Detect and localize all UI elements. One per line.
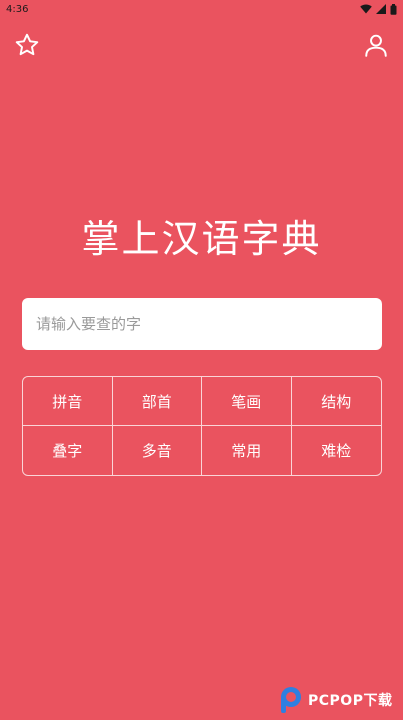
status-icons bbox=[360, 3, 397, 15]
user-icon bbox=[365, 34, 387, 57]
top-bar bbox=[0, 28, 403, 64]
category-stroke[interactable]: 笔画 bbox=[202, 377, 292, 426]
watermark-text: PCPOP下载 bbox=[308, 693, 393, 709]
category-polyphonic[interactable]: 多音 bbox=[113, 426, 202, 475]
category-structure[interactable]: 结构 bbox=[291, 377, 381, 426]
watermark: PCPOP下载 bbox=[278, 684, 392, 716]
category-radical[interactable]: 部首 bbox=[112, 377, 202, 426]
user-button[interactable] bbox=[361, 30, 391, 60]
category-difficult[interactable]: 难检 bbox=[292, 426, 382, 475]
signal-icon bbox=[376, 4, 386, 14]
app-title: 掌上汉语字典 bbox=[81, 217, 322, 261]
watermark-logo-icon bbox=[278, 685, 304, 715]
search-input[interactable] bbox=[22, 298, 382, 350]
category-repeated[interactable]: 叠字 bbox=[23, 426, 113, 475]
status-bar: 4:36 bbox=[0, 0, 403, 18]
category-common[interactable]: 常用 bbox=[202, 426, 292, 475]
category-grid: 拼音 部首 笔画 结构 叠字 多音 常用 难检 bbox=[22, 376, 382, 476]
category-pinyin[interactable]: 拼音 bbox=[23, 377, 113, 426]
wifi-icon bbox=[360, 4, 372, 14]
status-time: 4:36 bbox=[6, 3, 29, 15]
battery-icon bbox=[390, 3, 397, 15]
star-icon bbox=[15, 33, 39, 56]
favorites-button[interactable] bbox=[12, 30, 42, 60]
